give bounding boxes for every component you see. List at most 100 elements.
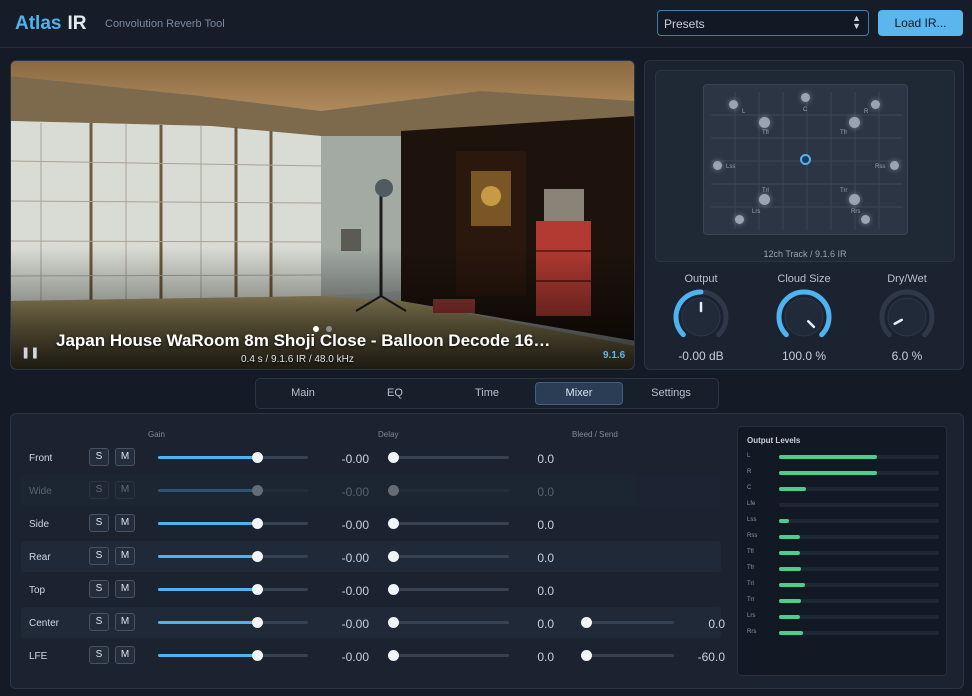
gain-value: -0.00 — [341, 452, 369, 466]
gain-value: -0.00 — [341, 518, 369, 532]
delay-slider-thumb[interactable] — [388, 551, 399, 562]
level-label: Rrs — [747, 629, 757, 635]
solo-button[interactable]: S — [89, 481, 109, 499]
gain-slider-thumb[interactable] — [252, 650, 263, 661]
pause-icon[interactable]: ❚❚ — [21, 346, 39, 359]
speaker-trl-icon[interactable] — [759, 194, 770, 205]
cloud-size-knob[interactable] — [774, 287, 834, 347]
delay-slider-thumb[interactable] — [388, 518, 399, 529]
mute-button[interactable]: M — [115, 580, 135, 598]
presets-label: Presets — [664, 17, 705, 31]
gain-slider-thumb[interactable] — [252, 452, 263, 463]
load-ir-button[interactable]: Load IR... — [878, 10, 963, 36]
delay-slider-track[interactable] — [394, 489, 509, 492]
mute-button[interactable]: M — [115, 547, 135, 565]
channel-row-side: Side S M -0.00 0.0 — [21, 508, 721, 539]
level-label: Rss — [747, 533, 758, 539]
level-meter-tfl: Tfl — [747, 548, 939, 558]
gain-slider-fill — [158, 522, 257, 525]
solo-button[interactable]: S — [89, 547, 109, 565]
knob-body[interactable] — [784, 297, 824, 337]
speaker-label: Lrs — [752, 209, 761, 215]
delay-slider-track[interactable] — [394, 588, 509, 591]
channel-name: Side — [29, 519, 50, 530]
bleed-slider-track[interactable] — [586, 654, 674, 657]
mute-button[interactable]: M — [115, 481, 135, 499]
level-label: Lss — [747, 517, 757, 523]
delay-slider-thumb[interactable] — [388, 485, 399, 496]
gain-slider-thumb[interactable] — [252, 518, 263, 529]
level-label: Trl — [747, 581, 754, 587]
delay-slider-track[interactable] — [394, 654, 509, 657]
gain-slider-thumb[interactable] — [252, 551, 263, 562]
speaker-c-icon[interactable] — [801, 93, 810, 102]
level-label: Lfe — [747, 501, 756, 507]
gain-slider-thumb[interactable] — [252, 485, 263, 496]
speaker-trr-icon[interactable] — [849, 194, 860, 205]
output-knob[interactable] — [671, 287, 731, 347]
solo-button[interactable]: S — [89, 580, 109, 598]
knob-body[interactable] — [887, 297, 927, 337]
speaker-rss-icon[interactable] — [890, 161, 899, 170]
listener-position-icon[interactable] — [800, 154, 811, 165]
speaker-caption: 12ch Track / 9.1.6 IR — [763, 249, 847, 259]
mute-button[interactable]: M — [115, 514, 135, 532]
speaker-layout-view: L C R Tfl Tfr Lss Rss Trl Trr Lrs Rrs — [655, 70, 955, 262]
delay-header: Delay — [378, 430, 399, 439]
channel-row-rear: Rear S M -0.00 0.0 — [21, 541, 721, 572]
mute-button[interactable]: M — [115, 613, 135, 631]
level-label: L — [747, 453, 751, 459]
delay-slider-track[interactable] — [394, 456, 509, 459]
solo-button[interactable]: S — [89, 613, 109, 631]
speaker-label: Tfr — [840, 130, 848, 136]
speaker-label: R — [864, 109, 869, 115]
level-fill — [779, 599, 801, 603]
solo-button[interactable]: S — [89, 646, 109, 664]
channel-name: Center — [29, 618, 60, 629]
delay-slider-track[interactable] — [394, 522, 509, 525]
dry-wet-knob[interactable] — [877, 287, 937, 347]
speaker-label: Trr — [840, 188, 848, 194]
level-meter-c: C — [747, 484, 939, 494]
bleed-slider-thumb[interactable] — [581, 617, 592, 628]
tab-time[interactable]: Time — [443, 382, 531, 405]
tab-eq[interactable]: EQ — [351, 382, 439, 405]
solo-button[interactable]: S — [89, 514, 109, 532]
speaker-tfl-icon[interactable] — [759, 117, 770, 128]
delay-slider-thumb[interactable] — [388, 584, 399, 595]
delay-value: 0.0 — [537, 485, 554, 499]
speaker-lss-icon[interactable] — [713, 161, 722, 170]
mute-button[interactable]: M — [115, 448, 135, 466]
level-fill — [779, 535, 800, 539]
speaker-l-icon[interactable] — [729, 100, 738, 109]
delay-slider-thumb[interactable] — [388, 452, 399, 463]
delay-slider-thumb[interactable] — [388, 617, 399, 628]
level-label: C — [747, 485, 752, 491]
gain-slider-fill — [158, 456, 257, 459]
tab-main[interactable]: Main — [259, 382, 347, 405]
bleed-slider-thumb[interactable] — [581, 650, 592, 661]
channel-row-top: Top S M -0.00 0.0 — [21, 574, 721, 605]
channel-row-center: Center S M -0.00 0.0 0.0 — [21, 607, 725, 638]
bleed-slider-track[interactable] — [586, 621, 674, 624]
presets-dropdown[interactable]: Presets ▲ ▼ — [657, 10, 869, 36]
app-name-ir: IR — [67, 13, 87, 34]
delay-slider-track[interactable] — [394, 621, 509, 624]
speaker-tfr-icon[interactable] — [849, 117, 860, 128]
updown-chevron-icon: ▲ ▼ — [852, 13, 861, 31]
gain-slider-thumb[interactable] — [252, 584, 263, 595]
output-levels-panel: Output Levels L R C Lfe Lss Rss Tfl Tfr Trl Trr Lr… — [737, 426, 947, 676]
speaker-rrs-icon[interactable] — [861, 215, 870, 224]
level-track — [779, 599, 939, 603]
speaker-lrs-icon[interactable] — [735, 215, 744, 224]
solo-button[interactable]: S — [89, 448, 109, 466]
tab-mixer[interactable]: Mixer — [535, 382, 623, 405]
tab-settings[interactable]: Settings — [627, 382, 715, 405]
gain-slider-thumb[interactable] — [252, 617, 263, 628]
delay-slider-thumb[interactable] — [388, 650, 399, 661]
delay-slider-track[interactable] — [394, 555, 509, 558]
mute-button[interactable]: M — [115, 646, 135, 664]
speaker-room[interactable]: L C R Tfl Tfr Lss Rss Trl Trr Lrs Rrs — [703, 84, 908, 235]
speaker-r-icon[interactable] — [871, 100, 880, 109]
delay-value: 0.0 — [537, 452, 554, 466]
